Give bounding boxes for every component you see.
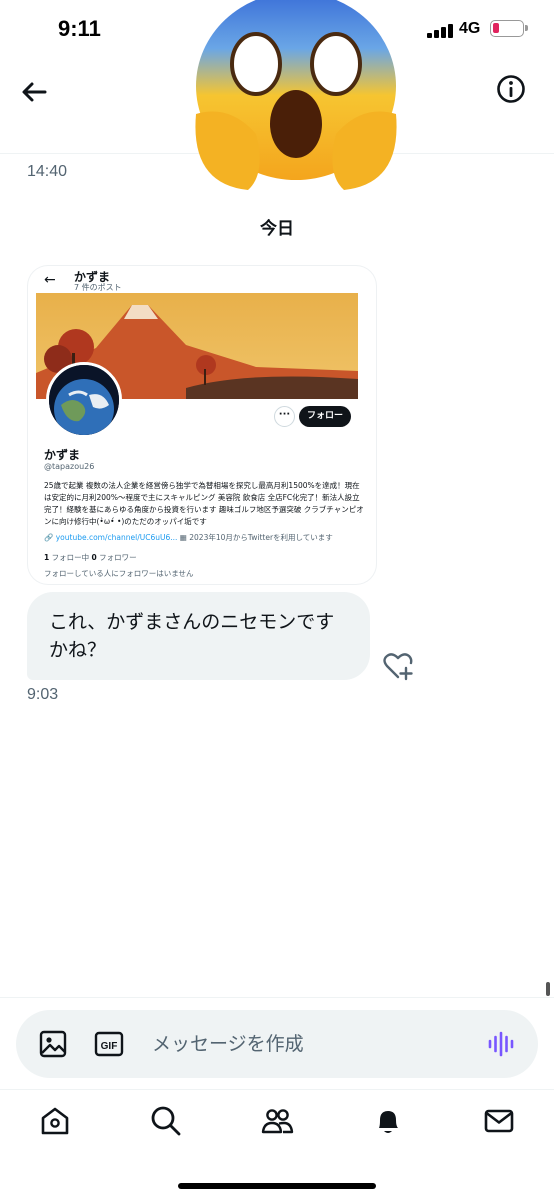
following-label: フォロー中 — [51, 553, 90, 562]
card-follow-button: フォロー — [299, 406, 351, 427]
home-indicator — [178, 1183, 376, 1189]
screaming-face-emoji — [190, 0, 402, 196]
attached-screenshot[interactable]: ← かずま 7 件のポスト ··· フォロー かずま @tapazou26 25… — [28, 266, 376, 584]
card-back-arrow-icon: ← — [44, 272, 56, 288]
card-joined: 2023年10月からTwitterを利用しています — [189, 533, 333, 542]
date-separator: 今日 — [260, 219, 294, 239]
nav-notifications[interactable] — [371, 1104, 405, 1138]
gif-button[interactable]: GIF — [94, 1030, 124, 1058]
signal-icon — [427, 22, 453, 38]
avatar — [46, 362, 122, 438]
followers-count: 0 — [91, 553, 97, 562]
messages-icon — [484, 1109, 514, 1133]
search-icon — [151, 1106, 181, 1136]
battery-icon — [490, 20, 528, 37]
network-type: 4G — [459, 20, 481, 37]
message-timestamp: 9:03 — [27, 686, 59, 703]
composer-bar: GIF — [0, 997, 554, 1089]
followers-label: フォロワー — [99, 553, 137, 562]
card-follow-counts: 1 フォロー中 0 フォロワー — [44, 552, 137, 563]
communities-icon — [261, 1109, 294, 1134]
notifications-icon — [379, 1111, 398, 1133]
card-meta: 🔗 youtube.com/channel/UC6uU6... ▦ 2023年1… — [44, 532, 368, 543]
home-icon — [41, 1107, 69, 1135]
card-posts-count: 7 件のポスト — [74, 283, 122, 292]
info-button[interactable] — [494, 72, 528, 106]
card-handle: @tapazou26 — [44, 462, 95, 471]
following-count: 1 — [44, 553, 50, 562]
info-icon — [497, 75, 525, 103]
message-input[interactable] — [152, 1028, 472, 1060]
nav-home[interactable] — [38, 1104, 72, 1138]
bottom-nav — [0, 1089, 554, 1200]
card-display-name: かずま — [44, 448, 81, 462]
card-bio: 25歳で起業 複数の法人企業を経営傍ら独学で為替相場を探究し最高月利1500%を… — [44, 481, 364, 526]
gif-icon: GIF — [94, 1031, 124, 1057]
earlier-timestamp: 14:40 — [27, 163, 68, 180]
image-button[interactable] — [38, 1029, 68, 1059]
voice-button[interactable] — [486, 1030, 516, 1058]
back-arrow-icon — [22, 82, 47, 102]
back-button[interactable] — [16, 74, 52, 110]
link-icon: 🔗 — [44, 533, 56, 542]
heart-plus-icon — [383, 653, 413, 681]
calendar-icon: ▦ — [179, 533, 190, 542]
image-icon — [39, 1030, 67, 1058]
nav-communities[interactable] — [260, 1104, 294, 1138]
card-more-button: ··· — [274, 406, 295, 427]
voice-wave-icon — [488, 1031, 514, 1057]
nav-messages[interactable] — [482, 1104, 516, 1138]
svg-text:GIF: GIF — [101, 1041, 118, 1052]
nav-search[interactable] — [149, 1104, 183, 1138]
scrollbar[interactable] — [546, 982, 550, 996]
status-time: 9:11 — [58, 16, 101, 41]
card-link: youtube.com/channel/UC6uU6... — [55, 533, 178, 542]
react-button[interactable] — [382, 650, 414, 682]
message-bubble[interactable]: これ、かずまさんのニセモンですかね？ — [27, 592, 370, 680]
composer: GIF — [16, 1010, 538, 1078]
card-followers-note: フォローしている人にフォロワーはいません — [44, 569, 194, 578]
